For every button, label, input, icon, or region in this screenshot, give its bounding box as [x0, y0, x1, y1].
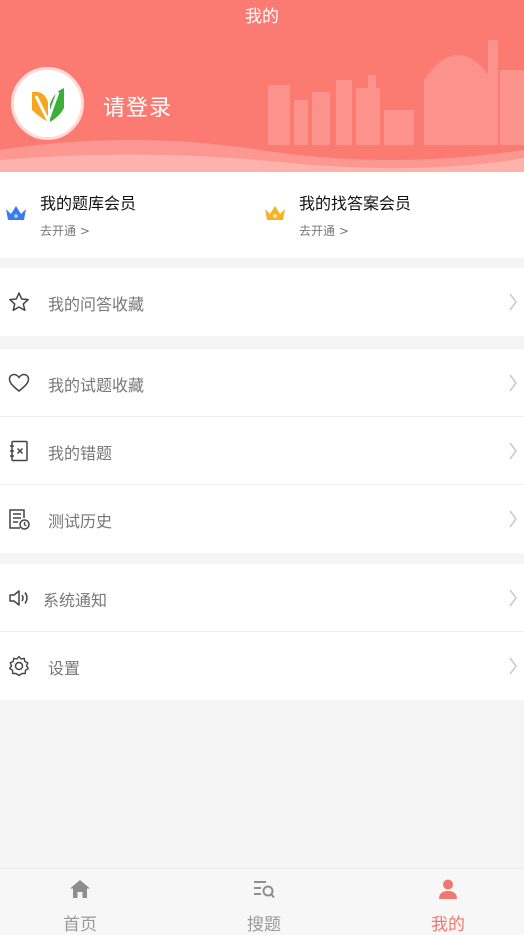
chevron-right-icon	[509, 657, 517, 675]
tab-label: 首页	[63, 915, 97, 935]
home-icon	[70, 880, 90, 898]
menu-label: 我的问答收藏	[48, 295, 145, 314]
profile-header: 我的 请登录	[0, 0, 524, 172]
answer-finder-membership[interactable]: 我的找答案会员 去开通 >	[264, 190, 514, 240]
activate-link[interactable]: 去开通 >	[299, 222, 349, 239]
history-doc-icon	[9, 509, 30, 530]
menu-label: 我的错题	[48, 444, 113, 463]
chevron-right-icon	[509, 510, 517, 528]
menu-label: 系统通知	[43, 591, 108, 610]
avatar[interactable]	[11, 67, 84, 140]
menu-group-system: 系统通知 设置	[0, 564, 524, 700]
menu-item-test-history[interactable]: 测试历史	[0, 485, 524, 553]
gear-icon	[9, 655, 29, 677]
menu-label: 测试历史	[48, 512, 113, 531]
member-title: 我的找答案会员	[299, 194, 412, 213]
tab-search[interactable]: 搜题	[204, 869, 324, 935]
menu-label: 我的试题收藏	[48, 376, 145, 395]
crown-blue-icon	[6, 206, 26, 220]
star-icon	[9, 292, 29, 312]
menu-item-question-favorites[interactable]: 我的试题收藏	[0, 349, 524, 417]
bottom-tab-bar: 首页 搜题 我的	[0, 868, 524, 935]
menu-item-wrong-questions[interactable]: 我的错题	[0, 417, 524, 485]
menu-item-settings[interactable]: 设置	[0, 632, 524, 700]
chevron-right-icon	[509, 293, 517, 311]
membership-bar: 我的题库会员 去开通 > 我的找答案会员 去开通 >	[0, 172, 524, 258]
activate-link[interactable]: 去开通 >	[40, 222, 90, 239]
tab-home[interactable]: 首页	[20, 869, 140, 935]
chevron-right-icon	[509, 374, 517, 392]
menu-item-qa-favorites[interactable]: 我的问答收藏	[0, 268, 524, 336]
notebook-icon	[10, 440, 28, 462]
crown-gold-icon	[265, 206, 285, 220]
chevron-right-icon	[509, 589, 517, 607]
login-link[interactable]: 请登录	[103, 90, 172, 122]
page-title: 我的	[245, 7, 279, 27]
heart-icon	[8, 373, 30, 392]
menu-item-notifications[interactable]: 系统通知	[0, 564, 524, 632]
menu-group-qa: 我的问答收藏	[0, 268, 524, 336]
question-bank-membership[interactable]: 我的题库会员 去开通 >	[5, 190, 255, 240]
app-logo-icon	[31, 87, 64, 124]
tab-label: 搜题	[247, 915, 281, 935]
menu-label: 设置	[48, 659, 81, 678]
tab-mine[interactable]: 我的	[388, 869, 508, 935]
speaker-icon	[9, 590, 28, 606]
tab-label: 我的	[431, 915, 465, 935]
search-list-icon	[254, 881, 275, 899]
menu-group-study: 我的试题收藏 我的错题 测试历史	[0, 349, 524, 553]
person-icon	[439, 879, 457, 899]
member-title: 我的题库会员	[40, 194, 137, 213]
chevron-right-icon	[509, 442, 517, 460]
